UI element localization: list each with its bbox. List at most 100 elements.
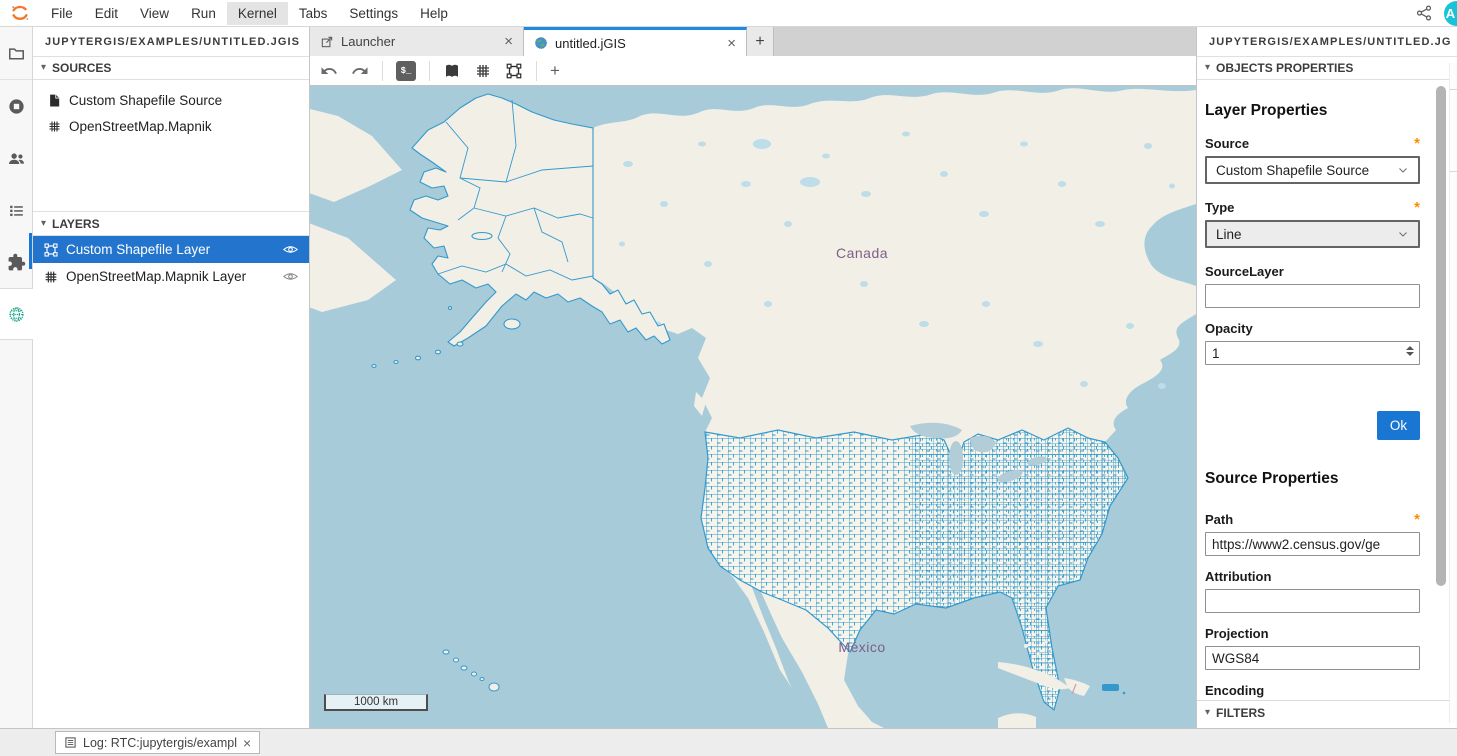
menu-settings[interactable]: Settings [338,2,409,25]
map-label-canada: Canada [836,245,888,261]
share-icon[interactable] [1415,4,1433,22]
console-button[interactable]: $_ [396,61,416,81]
sidebar-item-collaboration[interactable] [0,132,33,184]
vector-square-icon [43,242,59,258]
objects-properties-title: OBJECTS PROPERTIES [1216,61,1353,75]
stop-circle-icon [7,97,26,116]
source-item-label: OpenStreetMap.Mapnik [69,119,212,134]
layer-item-label: Custom Shapefile Layer [66,242,210,257]
source-item-custom-shapefile[interactable]: Custom Shapefile Source [33,87,309,113]
main-area: Launcher × untitled.jGIS × + [310,27,1196,728]
right-panel-scrollbar[interactable] [1436,86,1446,586]
user-avatar[interactable]: A [1444,1,1457,26]
menu-run[interactable]: Run [180,2,227,25]
sidebar-item-running-kernels[interactable] [0,80,33,132]
objects-properties-header[interactable]: ▾ OBJECTS PROPERTIES [1197,57,1457,80]
folder-icon [7,44,26,63]
grid-icon [47,119,62,134]
source-item-openstreetmap[interactable]: OpenStreetMap.Mapnik [33,113,309,139]
tab-label: Launcher [341,34,395,49]
type-select[interactable]: Line [1205,220,1420,248]
close-icon[interactable]: × [243,736,251,750]
ok-button[interactable]: Ok [1377,411,1420,440]
log-tab-label: Log: RTC:jupytergis/exampl [83,736,237,750]
globe-icon [7,305,26,324]
status-bar: Log: RTC:jupytergis/exampl × [0,728,1457,756]
chevron-down-icon [1397,164,1409,176]
number-stepper-icon[interactable] [1406,346,1414,356]
layer-item-label: OpenStreetMap.Mapnik Layer [66,269,246,284]
encoding-field-label: Encoding [1205,683,1264,698]
source-item-label: Custom Shapefile Source [69,93,222,108]
menu-view[interactable]: View [129,2,180,25]
tab-launcher[interactable]: Launcher × [310,27,524,56]
menu-kernel[interactable]: Kernel [227,2,288,25]
sidebar-item-jupytergis[interactable] [0,288,33,340]
layers-section-header[interactable]: ▾ LAYERS [33,211,309,236]
grid-icon [43,269,59,285]
basemap-render: Canada México [310,86,1196,728]
map-canvas[interactable]: Canada México 1000 km [310,86,1196,728]
log-icon [64,736,77,749]
sourcelayer-field-label: SourceLayer [1205,264,1284,279]
file-icon [47,93,62,108]
opacity-input[interactable] [1205,341,1420,365]
caret-down-icon: ▾ [41,63,46,73]
map-scale-bar: 1000 km [324,694,428,711]
jupyter-logo-icon [8,2,32,24]
eye-icon[interactable] [282,268,299,285]
eye-icon[interactable] [282,241,299,258]
sources-section-title: SOURCES [52,61,111,75]
required-asterisk-icon: * [1414,203,1420,212]
required-asterisk-icon: * [1414,139,1420,148]
add-layer-button[interactable]: + [550,61,560,81]
layer-properties-title: Layer Properties [1205,102,1420,120]
basemap-book-icon[interactable] [443,62,461,80]
required-asterisk-icon: * [1414,515,1420,524]
attribution-field-label: Attribution [1205,569,1271,584]
earth-globe-icon [534,36,548,50]
attribution-input[interactable] [1205,589,1420,613]
sourcelayer-input[interactable] [1205,284,1420,308]
tab-label: untitled.jGIS [555,36,626,51]
close-icon[interactable]: × [504,34,513,49]
launcher-icon [320,35,334,49]
source-select-value: Custom Shapefile Source [1216,163,1369,178]
source-select[interactable]: Custom Shapefile Source [1205,156,1420,184]
sources-section-header[interactable]: ▾ SOURCES [33,57,309,80]
map-label-mexico: México [838,639,885,655]
projection-input[interactable] [1205,646,1420,670]
layer-item-openstreetmap[interactable]: OpenStreetMap.Mapnik Layer [33,263,309,290]
source-properties-title: Source Properties [1205,470,1420,488]
menu-edit[interactable]: Edit [84,2,129,25]
list-icon [7,201,26,220]
caret-down-icon: ▾ [1205,708,1210,718]
close-icon[interactable]: × [727,36,736,51]
left-sidebar [0,27,33,728]
undo-icon[interactable] [320,62,338,80]
jupyterlab-window: File Edit View Run Kernel Tabs Settings … [0,0,1457,756]
caret-down-icon: ▾ [41,219,46,229]
filters-section-header[interactable]: ▾ FILTERS [1197,700,1457,725]
sidebar-item-table-of-contents[interactable] [0,184,33,236]
vector-square-icon[interactable] [505,62,523,80]
layer-item-custom-shapefile[interactable]: Custom Shapefile Layer [33,236,309,263]
menu-file[interactable]: File [40,2,84,25]
projection-field-label: Projection [1205,626,1269,641]
map-toolbar: $_ + [310,56,1196,86]
filters-section-title: FILTERS [1216,706,1265,720]
menu-tabs[interactable]: Tabs [288,2,339,25]
menu-help[interactable]: Help [409,2,459,25]
opacity-field-label: Opacity [1205,321,1253,336]
new-tab-button[interactable]: + [747,27,774,56]
puzzle-icon [7,253,26,272]
log-console-tab[interactable]: Log: RTC:jupytergis/exampl × [55,731,260,754]
tab-bar: Launcher × untitled.jGIS × + [310,27,1196,56]
redo-icon[interactable] [351,62,369,80]
tab-untitled-jgis[interactable]: untitled.jGIS × [524,27,747,56]
raster-layer-icon[interactable] [474,62,492,80]
sidebar-item-file-browser[interactable] [0,27,33,79]
source-field-label: Source [1205,136,1249,151]
path-input[interactable] [1205,532,1420,556]
chevron-down-icon [1397,228,1409,240]
